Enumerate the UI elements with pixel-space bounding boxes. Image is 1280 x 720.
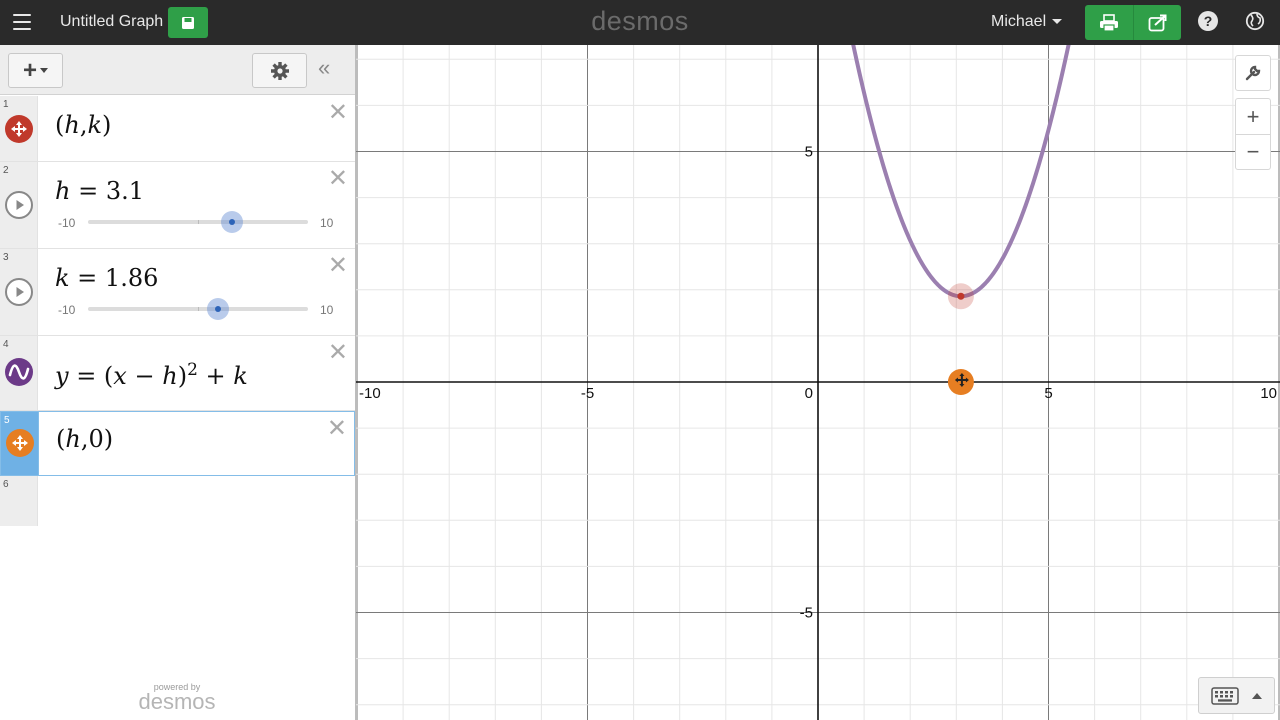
menu-icon[interactable] xyxy=(10,10,36,34)
expression-item[interactable]: 2 h = 3.1 -10 10 ✕ xyxy=(0,162,355,249)
chevron-down-icon xyxy=(1052,19,1063,25)
slider-max[interactable]: 10 xyxy=(320,216,333,230)
slider-equation[interactable]: h = 3.1 xyxy=(55,177,144,205)
user-name: Michael xyxy=(991,13,1047,30)
expression-item[interactable]: 1 (h,k) ✕ xyxy=(0,96,355,162)
expression-number: 2 xyxy=(3,165,9,176)
graph-plot[interactable]: -10 -5 0 5 10 5 -5 xyxy=(356,45,1280,720)
parabola-curve xyxy=(851,45,1071,299)
play-icon[interactable] xyxy=(5,278,33,306)
slider-variable: h xyxy=(55,177,71,205)
add-expression-button[interactable]: + xyxy=(8,53,63,88)
top-bar: Untitled Graph desmos Michael ? xyxy=(0,0,1280,45)
new-expression-item[interactable]: 6 xyxy=(0,476,355,526)
expression-latex[interactable]: y = (x − h)2 + k xyxy=(55,360,248,390)
slider-variable: k xyxy=(55,264,70,292)
x-tick-label: 0 xyxy=(805,385,813,402)
save-button[interactable] xyxy=(168,7,208,38)
print-icon xyxy=(1100,13,1118,32)
share-button[interactable] xyxy=(1133,5,1181,40)
expression-item[interactable]: 3 k = 1.86 -10 10 ✕ xyxy=(0,249,355,336)
play-icon[interactable] xyxy=(5,191,33,219)
expression-number: 3 xyxy=(3,252,9,263)
delete-expression-icon[interactable]: ✕ xyxy=(328,101,348,125)
delete-expression-icon[interactable]: ✕ xyxy=(328,167,348,191)
slider-track[interactable] xyxy=(88,211,308,233)
save-icon xyxy=(182,16,194,29)
delete-expression-icon[interactable]: ✕ xyxy=(328,341,348,365)
slider-value: 3.1 xyxy=(105,177,145,205)
share-icon xyxy=(1148,14,1166,31)
chevron-down-icon xyxy=(40,68,48,73)
y-tick-label: -5 xyxy=(800,605,813,622)
slider-handle[interactable] xyxy=(221,211,244,233)
globe-icon[interactable] xyxy=(1245,11,1265,31)
move-point-icon[interactable] xyxy=(6,429,34,457)
expression-number: 1 xyxy=(3,99,9,110)
slider-center-tick xyxy=(198,220,199,224)
move-point-icon[interactable] xyxy=(5,115,33,143)
slider-min[interactable]: -10 xyxy=(58,216,75,230)
powered-by-logo[interactable]: powered by desmos xyxy=(136,682,218,714)
help-icon[interactable]: ? xyxy=(1198,11,1218,31)
wrench-icon[interactable] xyxy=(1235,55,1271,91)
x-tick-label: 10 xyxy=(1260,385,1277,402)
graph-settings-button[interactable] xyxy=(252,53,307,88)
expression-toolbar: + « xyxy=(0,45,355,95)
slider-min[interactable]: -10 xyxy=(58,303,75,317)
delete-expression-icon[interactable]: ✕ xyxy=(327,417,347,441)
vertex-point xyxy=(957,292,965,300)
delete-expression-icon[interactable]: ✕ xyxy=(328,254,348,278)
zoom-out-icon[interactable]: − xyxy=(1235,134,1271,170)
powered-by-brand: desmos xyxy=(138,689,216,714)
x-tick-label: 5 xyxy=(1044,385,1052,402)
expression-item[interactable]: 5 (h,0) ✕ xyxy=(0,411,355,476)
keyboard-icon xyxy=(1210,686,1239,705)
y-tick-label: 5 xyxy=(805,144,813,161)
gear-icon xyxy=(270,61,289,80)
expression-number: 5 xyxy=(4,415,10,426)
slider-center-tick xyxy=(198,307,199,311)
x-tick-label: -5 xyxy=(581,385,594,402)
wave-icon[interactable] xyxy=(5,358,33,386)
x-tick-label: -10 xyxy=(359,385,381,402)
expression-latex[interactable]: (h,k) xyxy=(55,111,111,139)
zoom-in-icon[interactable]: + xyxy=(1235,98,1271,134)
user-menu[interactable]: Michael xyxy=(991,13,1063,31)
print-button[interactable] xyxy=(1085,5,1133,40)
slider-equation[interactable]: k = 1.86 xyxy=(55,264,158,292)
chevron-up-icon xyxy=(1251,692,1262,699)
slider-track[interactable] xyxy=(88,298,308,320)
plus-icon: + xyxy=(22,56,37,84)
graph-canvas[interactable]: -10 -5 0 5 10 5 -5 xyxy=(356,45,1280,720)
keyboard-toggle-button[interactable] xyxy=(1198,677,1275,714)
slider-max[interactable]: 10 xyxy=(320,303,333,317)
expression-panel: + « 1 (h,k) ✕ 2 h = 3.1 -10 10 ✕ 3 k = 1… xyxy=(0,45,356,720)
expression-item[interactable]: 4 y = (x − h)2 + k ✕ xyxy=(0,336,355,411)
slider-handle[interactable] xyxy=(207,298,230,320)
slider-value: 1.86 xyxy=(104,264,159,292)
expression-latex[interactable]: (h,0) xyxy=(56,425,113,453)
expression-number: 6 xyxy=(3,479,9,490)
graph-title[interactable]: Untitled Graph xyxy=(60,13,163,31)
expression-number: 4 xyxy=(3,339,9,350)
collapse-panel-icon[interactable]: « xyxy=(318,57,330,79)
